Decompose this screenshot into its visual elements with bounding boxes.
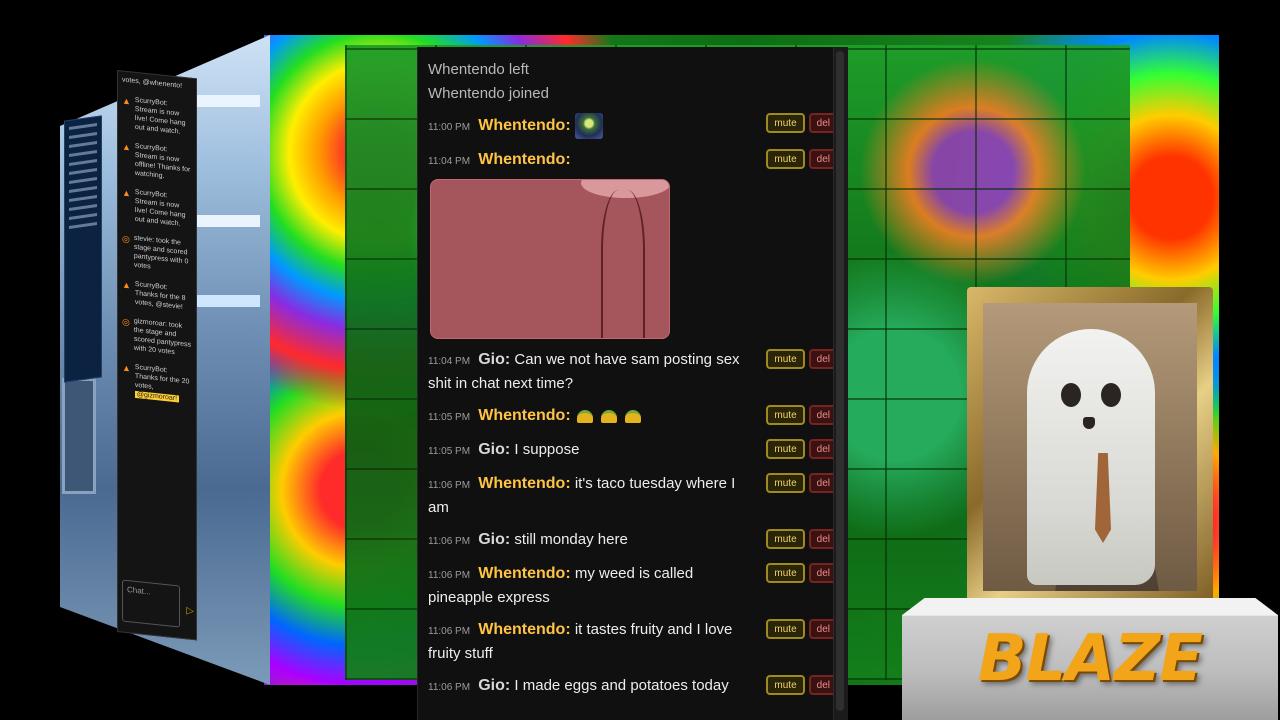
hallway-door: [62, 378, 96, 494]
message-actions: mute del: [766, 349, 838, 369]
message-actions: mute del: [766, 113, 838, 133]
system-message: Whentendo left: [428, 61, 529, 78]
message-user[interactable]: Gio:: [478, 677, 510, 694]
chat-message: 11:00 PM Whentendo: mute del: [428, 109, 838, 145]
message-user[interactable]: Whentendo:: [478, 475, 570, 492]
chat-panel: Whentendo left Whentendo joined 11:00 PM…: [417, 47, 848, 720]
message-actions: mute del: [766, 529, 838, 549]
left-chat-item: ▲ ScurryBot: Stream is now live! Come ha…: [122, 95, 186, 136]
message-time: 11:04 PM: [428, 356, 471, 367]
mute-button[interactable]: mute: [766, 439, 805, 459]
system-message: Whentendo joined: [428, 85, 549, 102]
mute-button[interactable]: mute: [766, 675, 805, 695]
shared-image[interactable]: [430, 179, 670, 339]
message-actions: mute del: [766, 675, 838, 695]
mute-button[interactable]: mute: [766, 473, 805, 493]
user-icon: ◎: [122, 316, 130, 328]
ghost-eye: [1061, 383, 1081, 407]
chat-message: 11:06 PM Whentendo: it tastes fruity and…: [428, 615, 838, 671]
message-time: 11:06 PM: [428, 682, 471, 693]
far-left-chat-panel: [64, 115, 102, 383]
taco-emote-icon: [601, 409, 617, 423]
ghost-portrait: [983, 303, 1197, 591]
chat-message: 11:04 PM Whentendo: mute del: [428, 145, 838, 345]
mute-button[interactable]: mute: [766, 619, 805, 639]
message-time: 11:06 PM: [428, 570, 471, 581]
ghost-nose: [1083, 417, 1095, 429]
message-time: 11:06 PM: [428, 626, 471, 637]
message-user[interactable]: Whentendo:: [478, 117, 570, 134]
bot-icon: ▲: [122, 187, 131, 199]
message-time: 11:06 PM: [428, 480, 471, 491]
left-chat-panel: votes, @whenento! ▲ ScurryBot: Stream is…: [117, 70, 197, 641]
chat-scrollbar[interactable]: [833, 47, 848, 720]
left-chat-text: ScurryBot: Thanks for the 20 votes,: [134, 363, 190, 391]
message-text: I suppose: [514, 441, 580, 458]
message-time: 11:05 PM: [428, 412, 471, 423]
mute-button[interactable]: mute: [766, 529, 805, 549]
ghost-figure: [1027, 329, 1155, 585]
bot-icon: ▲: [122, 279, 131, 291]
mute-button[interactable]: mute: [766, 149, 805, 169]
stream-scene: votes, @whenento! ▲ ScurryBot: Stream is…: [0, 0, 1280, 720]
chat-message: 11:06 PM Gio: still monday here mute del: [428, 525, 838, 559]
chat-message: 11:04 PM Gio: Can we not have sam postin…: [428, 345, 838, 401]
message-user[interactable]: Gio:: [478, 351, 510, 368]
message-user[interactable]: Gio:: [478, 441, 510, 458]
chat-scrollbar-thumb[interactable]: [836, 51, 844, 711]
chat-message: 11:06 PM Whentendo: my weed is called pi…: [428, 559, 838, 615]
message-time: 11:06 PM: [428, 536, 471, 547]
left-chat-item: ◎ stevie: took the stage and scored pant…: [122, 233, 189, 271]
message-user[interactable]: Whentendo:: [478, 151, 570, 168]
send-icon[interactable]: ▷: [186, 605, 194, 617]
pedestal-label: BLAZE: [977, 622, 1203, 696]
left-chat-item: ▲ ScurryBot: Stream is now live! Come ha…: [122, 187, 186, 228]
message-actions: mute del: [766, 473, 838, 493]
left-chat-input[interactable]: Chat...: [122, 579, 180, 628]
emote-icon: [574, 113, 603, 139]
message-user[interactable]: Whentendo:: [478, 621, 570, 638]
message-time: 11:05 PM: [428, 446, 471, 457]
bot-icon: ▲: [122, 141, 131, 153]
message-text: it's taco tuesday where I am: [428, 475, 736, 516]
mention-highlight[interactable]: @gizmoroar!: [134, 390, 180, 403]
taco-emote-icon: [625, 409, 642, 423]
taco-emote-icon: [576, 409, 593, 423]
left-chat-item: ▲ ScurryBot: Thanks for the 20 votes, @g…: [118, 357, 196, 411]
message-actions: mute del: [766, 405, 838, 425]
chat-message: 11:05 PM Whentendo: mute del: [428, 401, 838, 435]
message-user[interactable]: Whentendo:: [478, 407, 570, 424]
chat-message: 11:06 PM Gio: I made eggs and potatoes t…: [428, 671, 838, 705]
bot-icon: ▲: [122, 362, 131, 374]
ghost-portrait-frame: [967, 287, 1213, 607]
message-text: Can we not have sam posting sex shit in …: [428, 351, 740, 392]
user-icon: ◎: [122, 233, 130, 245]
message-actions: mute del: [766, 563, 838, 583]
chat-message-list: Whentendo left Whentendo joined 11:00 PM…: [418, 47, 848, 705]
mute-button[interactable]: mute: [766, 349, 805, 369]
message-actions: mute del: [766, 619, 838, 639]
message-user[interactable]: Gio:: [478, 531, 510, 548]
mute-button[interactable]: mute: [766, 113, 805, 133]
message-actions: mute del: [766, 439, 838, 459]
left-chat-item: ◎ gizmoroar: took the stage and scored p…: [122, 316, 192, 357]
message-time: 11:04 PM: [428, 156, 471, 167]
bot-icon: ▲: [122, 95, 131, 107]
message-text: I made eggs and potatoes today: [514, 677, 729, 694]
message-time: 11:00 PM: [428, 121, 471, 133]
chat-message: 11:05 PM Gio: I suppose mute del: [428, 435, 838, 469]
message-text: it tastes fruity and I love fruity stuff: [428, 621, 733, 662]
left-chat-item: ▲ ScurryBot: Stream is now offline! Than…: [122, 141, 191, 180]
message-text: still monday here: [514, 531, 628, 548]
message-actions: mute del: [766, 149, 838, 169]
mute-button[interactable]: mute: [766, 405, 805, 425]
chat-message: 11:06 PM Whentendo: it's taco tuesday wh…: [428, 469, 838, 525]
message-user[interactable]: Whentendo:: [478, 565, 570, 582]
mute-button[interactable]: mute: [766, 563, 805, 583]
ghost-eye: [1101, 383, 1121, 407]
